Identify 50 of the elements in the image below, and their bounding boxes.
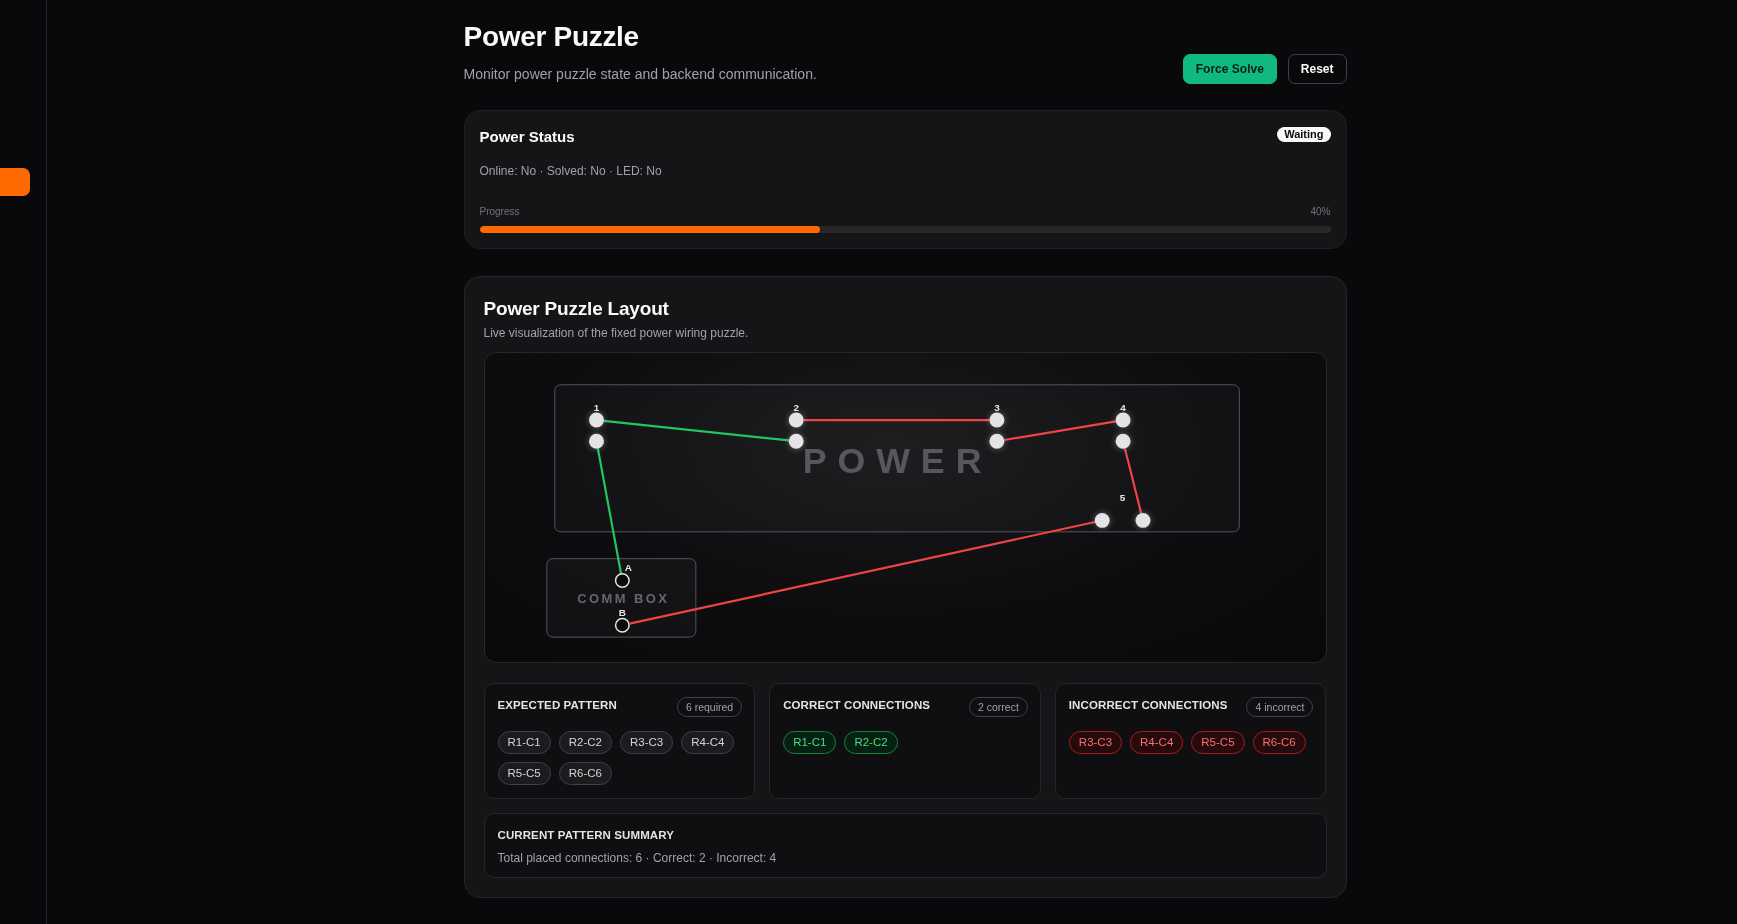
pattern-card-title: CORRECT CONNECTIONS [783, 698, 931, 713]
status-badge: Waiting [1277, 127, 1331, 142]
force-solve-button[interactable]: Force Solve [1182, 54, 1277, 84]
connection-chip: R2-C2 [558, 731, 612, 754]
terminal-node [1094, 512, 1110, 528]
nav-marker-icon [0, 168, 30, 196]
terminal-node [1115, 433, 1131, 449]
terminal-label: 5 [1119, 491, 1125, 503]
terminal-node [788, 433, 804, 449]
terminal-node [988, 412, 1004, 428]
terminal-label: 2 [792, 402, 799, 414]
progress-reading: 40% [1310, 205, 1331, 219]
connection-chip: R5-C5 [1191, 731, 1245, 754]
pattern-card-title: EXPECTED PATTERN [497, 698, 617, 713]
connection-chip: R2-C2 [844, 731, 898, 754]
connection-chip: R6-C6 [1252, 731, 1306, 754]
pattern-card-title: INCORRECT CONNECTIONS [1068, 698, 1228, 713]
connection-chip: R3-C3 [1068, 731, 1123, 754]
power-label: POWER [802, 441, 992, 482]
port-node [614, 573, 630, 589]
port-label: B [618, 606, 626, 618]
summary-text: Total placed connections: 6 · Correct: 2 · Incorrect: 4 [497, 850, 778, 867]
connection-chip: R1-C1 [497, 731, 551, 754]
terminal-label: 4 [1119, 402, 1126, 414]
layout-title: Power Puzzle Layout [483, 297, 670, 321]
page-title: Power Puzzle [463, 20, 640, 54]
comm-box-label: COMM BOX [576, 590, 669, 606]
summary-title: CURRENT PATTERN SUMMARY [497, 828, 675, 843]
port-label: A [624, 561, 632, 573]
connection-chip: R5-C5 [497, 762, 551, 785]
connection-chip: R4-C4 [681, 731, 735, 754]
terminal-node [1115, 412, 1131, 428]
status-details: Online: No · Solved: No · LED: No [479, 163, 663, 180]
terminal-label: 3 [993, 402, 1000, 414]
progress-label: Progress [479, 205, 520, 219]
terminal-label: 1 [593, 402, 599, 414]
reset-button[interactable]: Reset [1287, 54, 1347, 84]
layout-subtitle: Live visualization of the fixed power wiring puzzle. [483, 325, 750, 342]
connection-chip: R3-C3 [619, 731, 674, 754]
status-title: Power Status [479, 127, 575, 147]
terminal-node [788, 412, 804, 428]
port-node [614, 617, 630, 633]
connection-chip: R1-C1 [783, 731, 837, 754]
connection-chip: R6-C6 [558, 762, 612, 785]
terminal-node [588, 433, 604, 449]
page-subtitle: Monitor power puzzle state and backend communication. [463, 65, 817, 84]
terminal-node [588, 412, 604, 428]
connection-chip: R4-C4 [1130, 731, 1184, 754]
terminal-node [988, 433, 1004, 449]
terminal-node [1135, 512, 1150, 528]
